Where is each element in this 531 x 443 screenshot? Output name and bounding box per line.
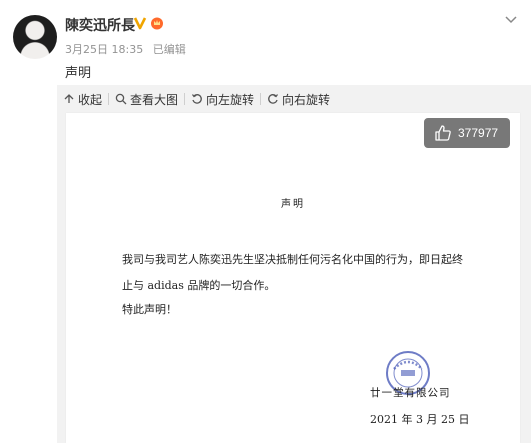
username[interactable]: 陳奕迅所長 — [65, 15, 135, 35]
doc-paragraph: 我司与我司艺人陈奕迅先生坚决抵制任何污名化中国的行为，即日起终止与 adidas… — [122, 253, 463, 292]
rotate-left-label: 向左旋转 — [206, 92, 255, 107]
collapse-icon — [64, 94, 74, 103]
edited-label[interactable]: 已编辑 — [153, 43, 186, 56]
view-large-label: 查看大图 — [130, 92, 179, 107]
rotate-left-icon — [192, 94, 202, 104]
like-count: 377977 — [458, 126, 499, 140]
rotate-right-button[interactable]: 向右旋转 — [261, 85, 336, 113]
image-viewer[interactable]: 声明 我司与我司艺人陈奕迅先生坚决抵制任何污名化中国的行为，即日起终止与 adi… — [57, 113, 531, 443]
doc-date: 2021 年 3 月 25 日 — [370, 413, 470, 426]
rotate-right-label: 向右旋转 — [282, 92, 331, 107]
view-large-button[interactable]: 查看大图 — [109, 85, 184, 113]
thumbs-up-icon — [435, 125, 451, 141]
post-meta: 3月25日 18:35 已编辑 — [65, 41, 192, 57]
post-text: 声明 — [65, 66, 92, 81]
rotate-right-icon — [268, 94, 279, 104]
statement-document[interactable]: 声明 我司与我司艺人陈奕迅先生坚决抵制任何污名化中国的行为，即日起终止与 adi… — [66, 113, 520, 443]
like-button[interactable]: 377977 — [424, 118, 510, 148]
image-toolbar: 收起 查看大图 向左旋转 向右旋转 — [57, 85, 531, 113]
doc-title: 声明 — [281, 199, 305, 210]
collapse-label: 收起 — [78, 92, 103, 107]
collapse-button[interactable]: 收起 — [57, 85, 108, 113]
doc-closing: 特此声明！ — [122, 303, 177, 316]
rotate-left-button[interactable]: 向左旋转 — [185, 85, 260, 113]
post-date[interactable]: 3月25日 18:35 — [65, 43, 143, 56]
fan-badge-icon[interactable] — [150, 16, 164, 30]
chevron-down-icon[interactable] — [504, 13, 518, 27]
verified-v-icon — [133, 17, 147, 30]
avatar[interactable] — [13, 15, 57, 59]
magnifier-icon — [115, 93, 127, 105]
doc-company: 廿一堂有限公司 — [370, 387, 451, 399]
